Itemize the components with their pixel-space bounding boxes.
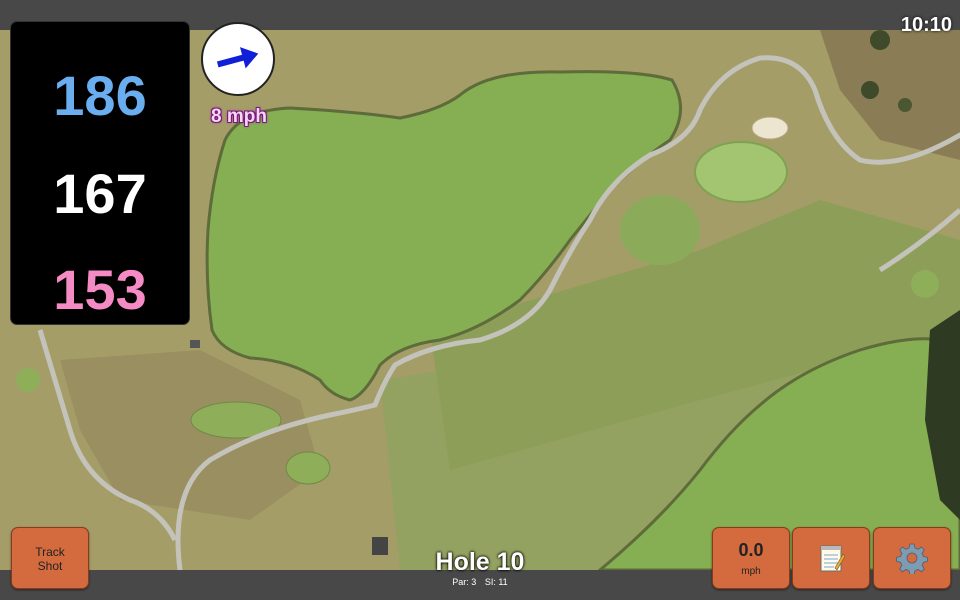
gear-icon: [896, 542, 928, 576]
hole-par: Par: 3: [452, 577, 477, 587]
yardage-panel: 186 167 153: [11, 22, 189, 324]
front-yardage: 153: [53, 258, 147, 321]
arrow-right-icon: [216, 47, 259, 69]
middle-yardage: 167: [53, 162, 147, 225]
scorecard-notes-button[interactable]: [792, 527, 870, 589]
notepad-icon: [815, 542, 847, 574]
speed-button[interactable]: 0.0 mph: [712, 527, 790, 589]
settings-button[interactable]: [873, 527, 951, 589]
hole-title: Hole 10: [435, 548, 525, 576]
clock-time: 10:10: [900, 14, 952, 36]
track-shot-label-line2: Shot: [37, 559, 63, 573]
track-shot-label-line1: Track: [35, 545, 65, 559]
track-shot-button[interactable]: Track Shot: [11, 527, 89, 589]
hole-meta: Par: 3 SI: 11: [380, 577, 580, 587]
wind-direction-dial: [201, 22, 275, 96]
speed-unit: mph: [741, 566, 761, 577]
back-yardage: 186: [53, 64, 147, 127]
speed-value: 0.0: [738, 540, 764, 560]
wind-speed-label: 8 mph: [211, 106, 267, 127]
hole-stroke-index: SI: 11: [484, 577, 508, 587]
